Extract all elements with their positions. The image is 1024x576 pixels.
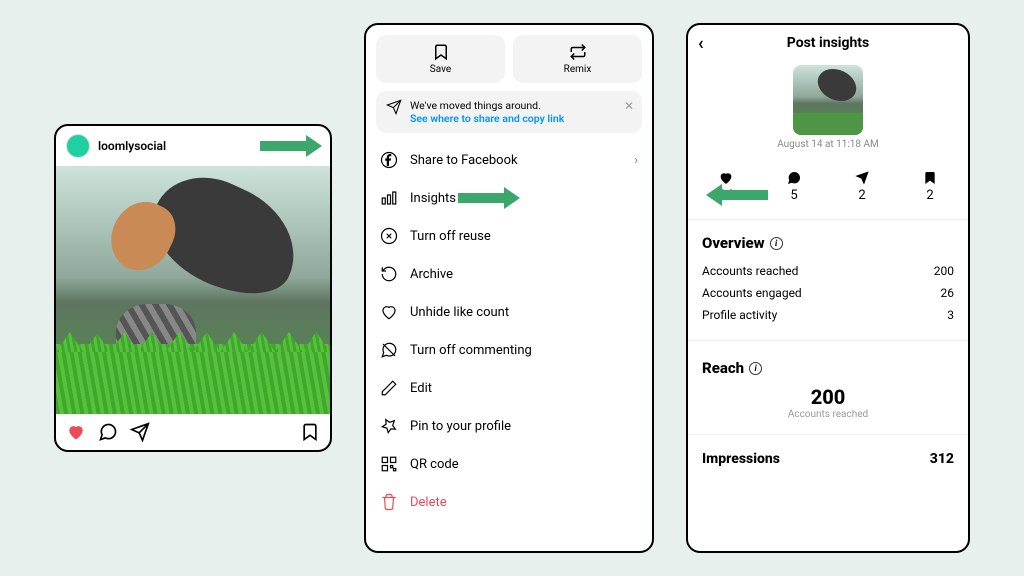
post-actions xyxy=(56,414,330,450)
menu-label: Edit xyxy=(410,381,432,396)
trash-icon xyxy=(380,493,398,511)
row-label: Accounts reached xyxy=(702,264,798,278)
overview-section: Overview i Accounts reached 200 Accounts … xyxy=(688,220,968,336)
stat-value: 5 xyxy=(790,188,797,203)
stat-value: 2 xyxy=(858,188,865,203)
post-thumbnail[interactable] xyxy=(793,65,863,135)
row-value: 26 xyxy=(941,286,955,300)
post-timestamp: August 14 at 11:18 AM xyxy=(688,139,968,150)
comment-icon xyxy=(786,170,802,186)
save-button[interactable]: Save xyxy=(376,35,505,83)
row-value: 200 xyxy=(934,264,954,278)
menu-item-insights[interactable]: Insights xyxy=(376,179,642,217)
instagram-post-card: loomlysocial ••• xyxy=(54,124,332,452)
pin-icon xyxy=(380,417,398,435)
menu-item-archive[interactable]: Archive xyxy=(376,255,642,293)
menu-item-unhide-like[interactable]: Unhide like count xyxy=(376,293,642,331)
impressions-section: Impressions 312 xyxy=(688,439,968,477)
row-label: Impressions xyxy=(702,451,780,467)
circle-x-icon xyxy=(380,227,398,245)
row-label: Profile activity xyxy=(702,308,777,322)
username[interactable]: loomlysocial xyxy=(98,139,166,153)
post-header: loomlysocial ••• xyxy=(56,126,330,166)
section-title: Reach xyxy=(702,359,744,377)
notice-link[interactable]: See where to share and copy link xyxy=(410,112,564,125)
avatar[interactable] xyxy=(66,134,90,158)
post-insights-card: ‹ Post insights August 14 at 11:18 AM 24… xyxy=(686,23,970,553)
insights-icon xyxy=(380,189,398,207)
post-options-menu: Save Remix We've moved things around. Se… xyxy=(364,23,654,553)
row-label: Accounts engaged xyxy=(702,286,802,300)
close-icon[interactable]: ✕ xyxy=(624,99,634,113)
comment-icon[interactable] xyxy=(98,422,118,442)
menu-label: Unhide like count xyxy=(410,305,509,320)
save-label: Save xyxy=(430,64,451,75)
menu-item-turn-off-commenting[interactable]: Turn off commenting xyxy=(376,331,642,369)
reach-number: 200 xyxy=(702,385,954,409)
share-icon[interactable] xyxy=(130,422,150,442)
menu-label: Share to Facebook xyxy=(410,153,518,168)
edit-icon xyxy=(380,379,398,397)
info-notice: We've moved things around. See where to … xyxy=(376,91,642,133)
menu-item-delete[interactable]: Delete xyxy=(376,483,642,521)
overview-row: Accounts reached 200 xyxy=(702,260,954,282)
row-value: 312 xyxy=(930,451,954,467)
row-value: 3 xyxy=(947,308,954,322)
menu-label: Turn off commenting xyxy=(410,343,532,358)
share-icon xyxy=(854,170,870,186)
section-title: Overview xyxy=(702,234,765,252)
chevron-right-icon: › xyxy=(634,153,638,168)
menu-label: Turn off reuse xyxy=(410,229,491,244)
comment-off-icon xyxy=(380,341,398,359)
stat-value: 24 xyxy=(719,188,734,203)
menu-label: Pin to your profile xyxy=(410,419,511,434)
archive-icon xyxy=(380,265,398,283)
stat-shares[interactable]: 2 xyxy=(854,170,870,203)
insights-title: Post insights xyxy=(787,35,869,51)
annotation-arrow xyxy=(706,184,768,206)
heart-icon xyxy=(380,303,398,321)
bookmark-icon[interactable] xyxy=(300,422,320,442)
remix-label: Remix xyxy=(564,64,592,75)
qr-icon xyxy=(380,455,398,473)
more-options-icon[interactable]: ••• xyxy=(301,137,320,156)
notice-text: We've moved things around. xyxy=(410,99,564,112)
info-icon[interactable]: i xyxy=(749,362,762,375)
stat-value: 2 xyxy=(926,188,933,203)
overview-row: Profile activity 3 xyxy=(702,304,954,326)
info-icon[interactable]: i xyxy=(770,237,783,250)
like-icon[interactable] xyxy=(66,422,86,442)
menu-label: Archive xyxy=(410,267,453,282)
stats-row: 24 5 2 2 xyxy=(688,164,968,220)
menu-item-share-facebook[interactable]: Share to Facebook › xyxy=(376,141,642,179)
menu-label: Delete xyxy=(410,495,447,510)
facebook-icon xyxy=(380,151,398,169)
reach-sublabel: Accounts reached xyxy=(702,409,954,420)
bookmark-icon xyxy=(922,170,938,186)
remix-button[interactable]: Remix xyxy=(513,35,642,83)
reach-section: Reachi 200 Accounts reached xyxy=(688,345,968,430)
bookmark-icon xyxy=(432,43,450,61)
send-icon xyxy=(386,99,402,115)
back-icon[interactable]: ‹ xyxy=(698,33,704,54)
stat-likes[interactable]: 24 xyxy=(718,170,734,203)
post-image[interactable] xyxy=(56,166,330,414)
stat-comments[interactable]: 5 xyxy=(786,170,802,203)
menu-label: Insights xyxy=(410,191,456,206)
stat-saves[interactable]: 2 xyxy=(922,170,938,203)
menu-item-qr[interactable]: QR code xyxy=(376,445,642,483)
remix-icon xyxy=(569,43,587,61)
annotation-arrow xyxy=(458,187,520,209)
menu-item-pin[interactable]: Pin to your profile xyxy=(376,407,642,445)
menu-item-turn-off-reuse[interactable]: Turn off reuse xyxy=(376,217,642,255)
menu-label: QR code xyxy=(410,457,459,472)
heart-icon xyxy=(718,170,734,186)
insights-header: ‹ Post insights xyxy=(688,25,968,61)
overview-row: Accounts engaged 26 xyxy=(702,282,954,304)
menu-item-edit[interactable]: Edit xyxy=(376,369,642,407)
